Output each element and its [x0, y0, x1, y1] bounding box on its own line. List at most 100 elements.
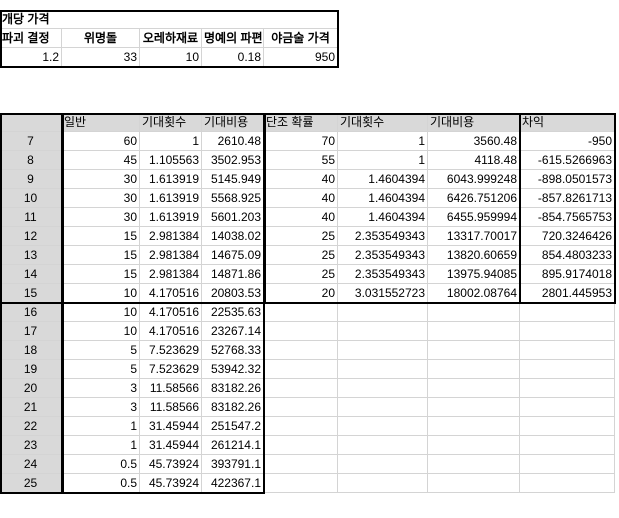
row-14-col-0[interactable]: 21: [0, 398, 62, 417]
row-5-col-2[interactable]: 2.981384: [140, 227, 202, 246]
row-10-col-1[interactable]: 10: [62, 322, 140, 341]
main-header-5[interactable]: 기대횟수: [338, 113, 428, 132]
row-13-col-3[interactable]: 83182.26: [202, 379, 264, 398]
row-9-col-5[interactable]: [338, 303, 428, 322]
row-3-col-7[interactable]: -857.8261713: [520, 189, 615, 208]
row-18-col-6[interactable]: [428, 474, 520, 493]
row-13-col-6[interactable]: [428, 379, 520, 398]
row-0-col-2[interactable]: 1: [140, 132, 202, 151]
row-13-col-0[interactable]: 20: [0, 379, 62, 398]
row-3-col-4[interactable]: 40: [264, 189, 338, 208]
row-11-col-1[interactable]: 5: [62, 341, 140, 360]
row-0-col-0[interactable]: 7: [0, 132, 62, 151]
row-10-col-0[interactable]: 17: [0, 322, 62, 341]
row-10-col-4[interactable]: [264, 322, 338, 341]
main-header-6[interactable]: 기대비용: [428, 113, 520, 132]
row-8-col-1[interactable]: 10: [62, 284, 140, 303]
row-7-col-0[interactable]: 14: [0, 265, 62, 284]
row-11-col-7[interactable]: [520, 341, 615, 360]
row-11-col-4[interactable]: [264, 341, 338, 360]
row-8-col-5[interactable]: 3.031552723: [338, 284, 428, 303]
row-17-col-7[interactable]: [520, 455, 615, 474]
row-8-col-4[interactable]: 20: [264, 284, 338, 303]
row-9-col-1[interactable]: 10: [62, 303, 140, 322]
row-7-col-1[interactable]: 15: [62, 265, 140, 284]
row-15-col-3[interactable]: 251547.2: [202, 417, 264, 436]
row-14-col-5[interactable]: [338, 398, 428, 417]
top-title-cell[interactable]: 개당 가격: [0, 10, 338, 29]
row-2-col-1[interactable]: 30: [62, 170, 140, 189]
row-15-col-7[interactable]: [520, 417, 615, 436]
row-3-col-1[interactable]: 30: [62, 189, 140, 208]
row-5-col-1[interactable]: 15: [62, 227, 140, 246]
top-value-4[interactable]: 950: [264, 48, 338, 67]
row-3-col-3[interactable]: 5568.925: [202, 189, 264, 208]
main-header-3[interactable]: 기대비용: [202, 113, 264, 132]
row-2-col-0[interactable]: 9: [0, 170, 62, 189]
top-header-3[interactable]: 명예의 파편: [202, 29, 264, 48]
row-13-col-1[interactable]: 3: [62, 379, 140, 398]
row-6-col-2[interactable]: 2.981384: [140, 246, 202, 265]
row-14-col-3[interactable]: 83182.26: [202, 398, 264, 417]
row-16-col-1[interactable]: 1: [62, 436, 140, 455]
top-value-1[interactable]: 33: [62, 48, 140, 67]
row-17-col-5[interactable]: [338, 455, 428, 474]
row-16-col-5[interactable]: [338, 436, 428, 455]
row-5-col-0[interactable]: 12: [0, 227, 62, 246]
row-13-col-5[interactable]: [338, 379, 428, 398]
row-0-col-4[interactable]: 70: [264, 132, 338, 151]
main-header-2[interactable]: 기대횟수: [140, 113, 202, 132]
row-6-col-3[interactable]: 14675.09: [202, 246, 264, 265]
row-5-col-4[interactable]: 25: [264, 227, 338, 246]
row-6-col-7[interactable]: 854.4803233: [520, 246, 615, 265]
row-17-col-0[interactable]: 24: [0, 455, 62, 474]
row-13-col-7[interactable]: [520, 379, 615, 398]
row-11-col-5[interactable]: [338, 341, 428, 360]
row-0-col-5[interactable]: 1: [338, 132, 428, 151]
row-7-col-3[interactable]: 14871.86: [202, 265, 264, 284]
row-2-col-3[interactable]: 5145.949: [202, 170, 264, 189]
row-10-col-2[interactable]: 4.170516: [140, 322, 202, 341]
row-12-col-7[interactable]: [520, 360, 615, 379]
row-4-col-7[interactable]: -854.7565753: [520, 208, 615, 227]
row-1-col-3[interactable]: 3502.953: [202, 151, 264, 170]
row-3-col-5[interactable]: 1.4604394: [338, 189, 428, 208]
row-17-col-2[interactable]: 45.73924: [140, 455, 202, 474]
row-1-col-6[interactable]: 4118.48: [428, 151, 520, 170]
row-12-col-0[interactable]: 19: [0, 360, 62, 379]
row-3-col-2[interactable]: 1.613919: [140, 189, 202, 208]
row-15-col-6[interactable]: [428, 417, 520, 436]
row-1-col-5[interactable]: 1: [338, 151, 428, 170]
row-1-col-2[interactable]: 1.105563: [140, 151, 202, 170]
row-1-col-4[interactable]: 55: [264, 151, 338, 170]
row-16-col-3[interactable]: 261214.1: [202, 436, 264, 455]
row-4-col-4[interactable]: 40: [264, 208, 338, 227]
row-7-col-7[interactable]: 895.9174018: [520, 265, 615, 284]
row-3-col-6[interactable]: 6426.751206: [428, 189, 520, 208]
row-18-col-2[interactable]: 45.73924: [140, 474, 202, 493]
row-7-col-5[interactable]: 2.353549343: [338, 265, 428, 284]
row-14-col-7[interactable]: [520, 398, 615, 417]
top-header-2[interactable]: 오레하재료: [140, 29, 202, 48]
row-4-col-6[interactable]: 6455.959994: [428, 208, 520, 227]
top-header-1[interactable]: 위명돌: [62, 29, 140, 48]
main-header-1[interactable]: 일반: [62, 113, 140, 132]
row-4-col-3[interactable]: 5601.203: [202, 208, 264, 227]
top-value-0[interactable]: 1.2: [0, 48, 62, 67]
row-18-col-4[interactable]: [264, 474, 338, 493]
row-2-col-4[interactable]: 40: [264, 170, 338, 189]
row-15-col-4[interactable]: [264, 417, 338, 436]
row-11-col-3[interactable]: 52768.33: [202, 341, 264, 360]
row-15-col-2[interactable]: 31.45944: [140, 417, 202, 436]
row-6-col-1[interactable]: 15: [62, 246, 140, 265]
row-4-col-0[interactable]: 11: [0, 208, 62, 227]
row-9-col-0[interactable]: 16: [0, 303, 62, 322]
row-17-col-4[interactable]: [264, 455, 338, 474]
row-5-col-3[interactable]: 14038.02: [202, 227, 264, 246]
main-header-7[interactable]: 차익: [520, 113, 615, 132]
row-2-col-5[interactable]: 1.4604394: [338, 170, 428, 189]
row-5-col-6[interactable]: 13317.70017: [428, 227, 520, 246]
row-10-col-5[interactable]: [338, 322, 428, 341]
row-0-col-6[interactable]: 3560.48: [428, 132, 520, 151]
row-10-col-3[interactable]: 23267.14: [202, 322, 264, 341]
